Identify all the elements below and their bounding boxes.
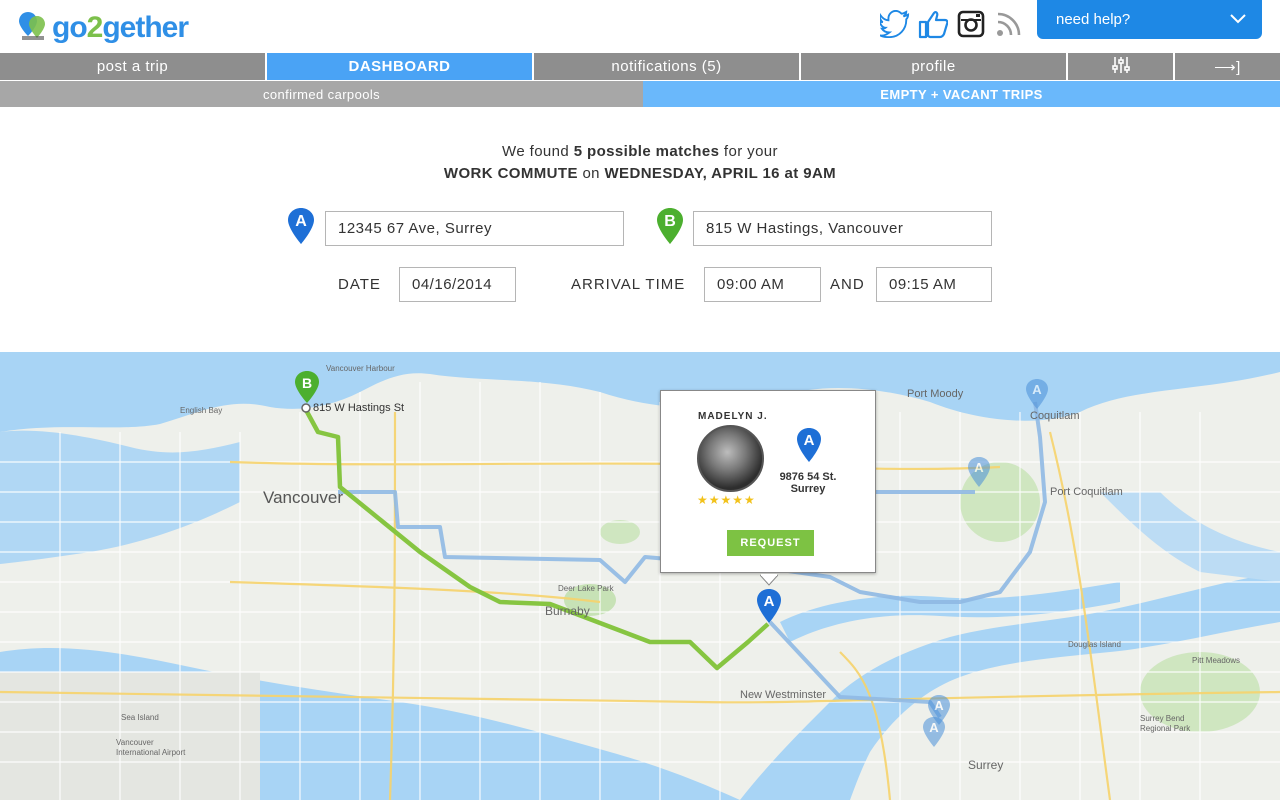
map-label-burnaby: Burnaby — [545, 604, 590, 618]
map-label-vancouver: Vancouver — [263, 488, 344, 507]
rss-icon[interactable] — [994, 9, 1024, 39]
nav-logout[interactable]: ⟶] — [1175, 53, 1280, 80]
nav-post-trip[interactable]: post a trip — [0, 53, 267, 80]
origin-input[interactable]: 12345 67 Ave, Surrey — [325, 211, 624, 246]
sub-nav: confirmed carpools EMPTY + VACANT TRIPS — [0, 81, 1280, 107]
help-label: need help? — [1056, 11, 1131, 28]
and-label: AND — [830, 276, 865, 293]
request-button[interactable]: REQUEST — [727, 530, 814, 556]
map-label-port-coquitlam: Port Coquitlam — [1050, 486, 1123, 498]
header: go2gether need help? — [0, 0, 1280, 53]
map-label-destination: 815 W Hastings St — [313, 402, 405, 414]
svg-text:A: A — [934, 698, 944, 713]
map-label-new-westminster: New Westminster — [740, 689, 826, 701]
nav-profile[interactable]: profile — [801, 53, 1068, 80]
match-name: MADELYN J. — [698, 411, 768, 422]
map-label-port-moody: Port Moody — [907, 388, 964, 400]
map-label-english-bay: English Bay — [180, 406, 223, 415]
nav-notifications[interactable]: notifications (5) — [534, 53, 801, 80]
logo-text: go2gether — [52, 11, 189, 44]
match-popup: MADELYN J. ★★★★★ A 9876 54 St. Surrey RE… — [660, 390, 876, 573]
avatar[interactable] — [697, 425, 764, 492]
match-address: 9876 54 St. Surrey — [779, 471, 837, 495]
route-map[interactable]: Vancouver Burnaby New Westminster Coquit… — [0, 352, 1280, 800]
arrival-to-input[interactable]: 09:15 AM — [876, 267, 992, 302]
map-label-airport: Vancouver International Airport — [116, 738, 186, 757]
popup-tail — [759, 571, 779, 590]
instagram-icon[interactable] — [956, 9, 986, 39]
svg-text:A: A — [764, 593, 775, 610]
map-label-pitt-meadows: Pitt Meadows — [1192, 656, 1241, 665]
date-label: DATE — [338, 276, 381, 293]
arrival-from-input[interactable]: 09:00 AM — [704, 267, 821, 302]
tab-confirmed-carpools[interactable]: confirmed carpools — [0, 81, 643, 107]
map-label-surrey-bend: Surrey Bend Regional Park — [1140, 714, 1191, 733]
destination-input[interactable]: 815 W Hastings, Vancouver — [693, 211, 992, 246]
map-label-deer-lake-park: Deer Lake Park — [558, 584, 614, 593]
svg-text:A: A — [295, 213, 307, 230]
origin-pin-icon: A — [287, 207, 315, 249]
nav-settings[interactable] — [1068, 53, 1175, 80]
help-dropdown[interactable]: need help? — [1037, 0, 1262, 39]
arrival-time-label: ARRIVAL TIME — [571, 276, 686, 293]
svg-text:A: A — [929, 720, 939, 735]
rating-stars: ★★★★★ — [697, 493, 756, 507]
chevron-down-icon — [1230, 12, 1246, 29]
match-pin-icon: A — [796, 427, 822, 467]
map-canvas — [0, 352, 1280, 800]
tab-empty-vacant-trips[interactable]: EMPTY + VACANT TRIPS — [643, 81, 1280, 107]
svg-text:A: A — [1032, 382, 1042, 397]
svg-text:A: A — [804, 432, 815, 449]
svg-text:A: A — [974, 460, 984, 475]
svg-text:B: B — [664, 213, 676, 230]
logo[interactable]: go2gether — [18, 10, 189, 46]
svg-text:B: B — [302, 375, 312, 391]
nav-dashboard[interactable]: DASHBOARD — [267, 53, 534, 80]
social-links — [880, 6, 1024, 42]
sliders-icon — [1111, 56, 1131, 78]
thumbs-up-icon[interactable] — [918, 9, 948, 39]
destination-pin-icon: B — [656, 207, 684, 249]
map-label-douglas-island: Douglas Island — [1068, 640, 1121, 649]
map-label-surrey: Surrey — [968, 758, 1004, 772]
date-input[interactable]: 04/16/2014 — [399, 267, 516, 302]
map-label-harbour: Vancouver Harbour — [326, 364, 395, 373]
map-label-coquitlam: Coquitlam — [1030, 410, 1080, 422]
results-heading: We found 5 possible matches for your WOR… — [443, 143, 837, 182]
map-label-sea-island: Sea Island — [121, 713, 159, 722]
main-nav: post a trip DASHBOARD notifications (5) … — [0, 53, 1280, 80]
logout-icon: ⟶] — [1214, 58, 1241, 76]
map-pins-logo-icon — [18, 10, 48, 46]
twitter-icon[interactable] — [880, 9, 910, 39]
